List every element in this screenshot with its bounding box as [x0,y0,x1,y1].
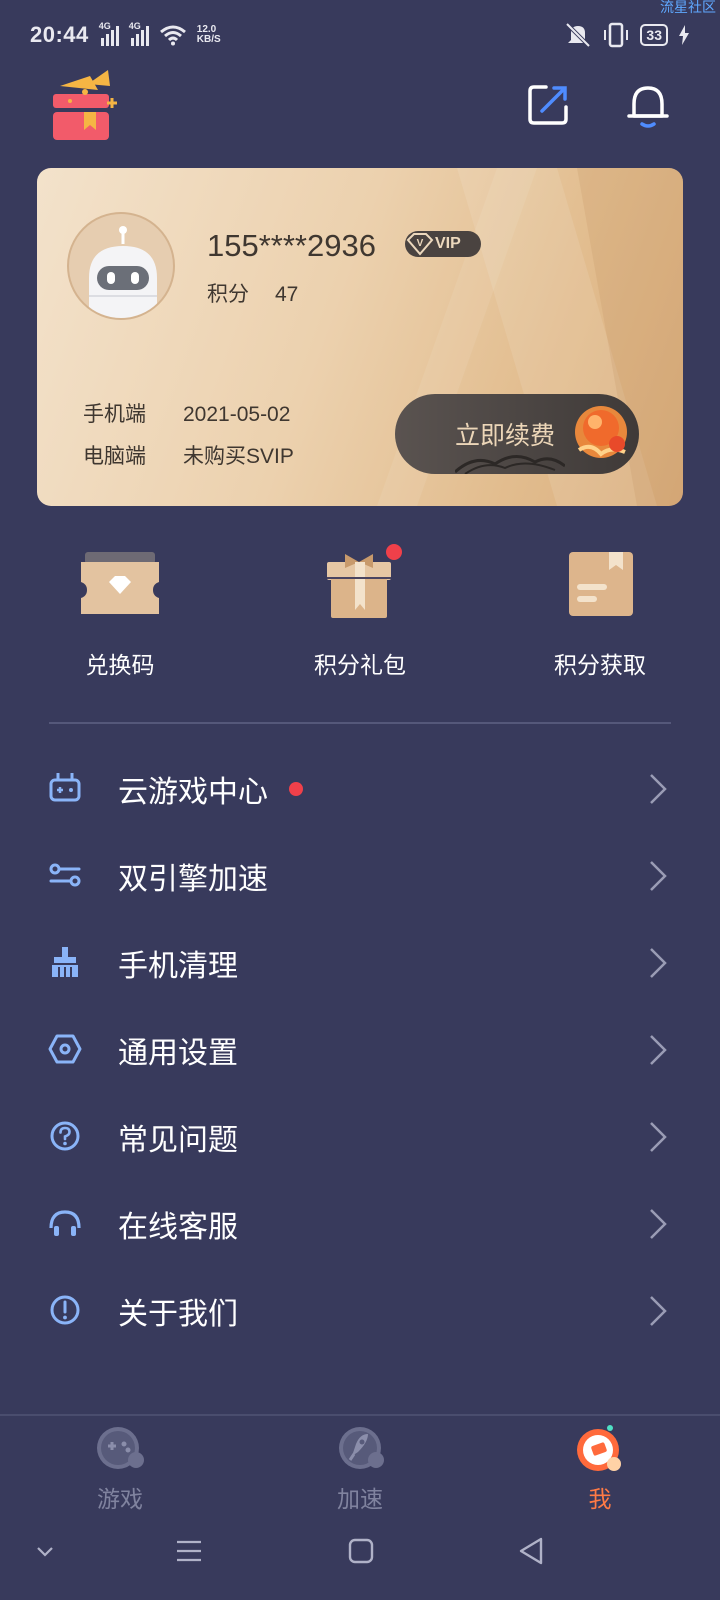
wifi-icon [159,25,186,46]
menu-lines-icon[interactable] [176,1539,202,1563]
chevron-right-icon [650,1296,667,1326]
menu-item-general-settings[interactable]: 通用设置 [0,1006,720,1093]
engine-icon [49,863,81,887]
tab-game[interactable]: 游戏 [60,1424,180,1514]
bell-icon[interactable] [626,82,670,130]
pc-label: 电脑端 [83,444,146,468]
question-icon [50,1121,80,1151]
status-right: 33 [564,22,690,48]
menu-item-about-us[interactable]: 关于我们 [0,1267,720,1354]
pc-row: 电脑端 未购买SVIP [83,440,294,470]
speed-unit: KB/S [196,34,221,45]
quick-action-label: 兑换码 [85,653,155,679]
vip-diamond-icon: V [406,233,434,256]
home-square-icon[interactable] [348,1538,374,1564]
renew-button-label: 立即续费 [455,421,556,450]
new-badge-dot [386,544,402,560]
tab-speed[interactable]: 加速 [300,1424,420,1514]
mobile-label: 手机端 [83,402,146,426]
signal-2-icon: 4G [128,21,149,46]
chevron-right-icon [650,1122,667,1152]
external-edit-icon[interactable] [526,83,570,127]
note-book-icon [569,552,633,616]
menu-item-label: 关于我们 [118,1297,238,1332]
charging-icon [679,25,689,45]
network-type-1: 4G [98,21,111,31]
menu-item-phone-cleanup[interactable]: 手机清理 [0,919,720,1006]
menu-item-label: 通用设置 [118,1036,238,1071]
tab-label: 我 [588,1487,612,1513]
settings-hexagon-icon [48,1034,82,1064]
menu-item-faq[interactable]: 常见问题 [0,1093,720,1180]
ticket-icon [81,552,159,614]
network-speed: 12.0 KB/S [197,25,221,45]
new-badge-dot [289,782,303,796]
gift-box-icon[interactable] [50,68,120,143]
system-nav-bar [0,1525,720,1585]
menu-item-label: 云游戏中心 [118,775,268,810]
menu-item-dual-engine-boost[interactable]: 双引擎加速 [0,832,720,919]
svg-text:V: V [417,238,424,249]
vip-badge: V VIP [405,231,481,257]
quick-action-label: 积分礼包 [314,653,406,679]
chevron-down-icon[interactable] [36,1545,54,1559]
chevron-right-icon [650,948,667,978]
battery-level: 33 [640,24,668,46]
menu-item-cloud-game-center[interactable]: 云游戏中心 [0,745,720,832]
menu-item-online-support[interactable]: 在线客服 [0,1180,720,1267]
vip-badge-label: VIP [435,235,461,252]
tab-label: 游戏 [97,1487,143,1513]
quick-action-earn-points[interactable]: 积分获取 [510,548,690,680]
menu-item-label: 手机清理 [118,949,238,984]
mobile-value: 2021-05-02 [183,403,291,426]
watermark: 流星社区 [660,0,716,16]
menu-item-label: 常见问题 [118,1123,238,1158]
rocket-tab-icon [339,1427,384,1469]
pc-value: 未购买SVIP [183,445,294,468]
game-tab-icon [97,1427,144,1469]
mobile-row: 手机端 2021-05-02 [83,398,290,428]
vip-card: 155****2936 V VIP 积分 47 手机端 2021-05-02 电脑端… [37,168,683,506]
status-time: 20:44 [30,22,89,47]
chevron-right-icon [650,1209,667,1239]
points-row: 积分 47 [207,278,298,308]
signal-1-icon: 4G [98,21,119,46]
robot-avatar-icon [89,226,157,318]
quick-actions: 兑换码 积分礼包 积分获取 [0,544,720,680]
mute-icon [566,22,591,48]
quick-action-label: 积分获取 [554,653,646,679]
me-tab-icon [577,1425,621,1471]
network-type-2: 4G [128,21,141,31]
points-value: 47 [275,283,299,306]
broom-icon [52,947,78,977]
tab-label: 加速 [337,1487,383,1513]
quick-action-redeem-code[interactable]: 兑换码 [30,548,210,680]
lantern-icon [575,406,627,458]
gamepad-icon [49,773,81,802]
info-icon [50,1295,80,1325]
tab-me[interactable]: 我 [540,1424,660,1514]
chevron-right-icon [650,774,667,804]
chevron-right-icon [650,861,667,891]
header [0,68,720,148]
status-left: 20:44 4G 4G 12.0 KB/S [30,21,221,48]
points-label: 积分 [207,282,249,306]
quick-action-points-gift[interactable]: 积分礼包 [270,544,450,680]
renew-button[interactable]: 立即续费 [395,394,639,474]
avatar[interactable] [67,212,175,320]
bottom-nav: 游戏 加速 我 [0,1414,720,1514]
settings-menu: 云游戏中心 双引擎加速 手机清理 通用设置 常见问题 在线客服 关于我们 [0,745,720,1354]
vibrate-icon [604,22,629,48]
menu-item-label: 在线客服 [118,1210,238,1245]
status-bar: 20:44 4G 4G 12.0 KB/S 33 流星社区 [0,0,720,70]
headset-icon [49,1210,81,1236]
user-phone: 155****2936 [207,228,376,263]
back-triangle-icon[interactable] [518,1537,544,1565]
section-divider [49,722,671,724]
menu-item-label: 双引擎加速 [118,862,268,897]
cloud-pattern-icon [455,455,565,474]
chevron-right-icon [650,1035,667,1065]
